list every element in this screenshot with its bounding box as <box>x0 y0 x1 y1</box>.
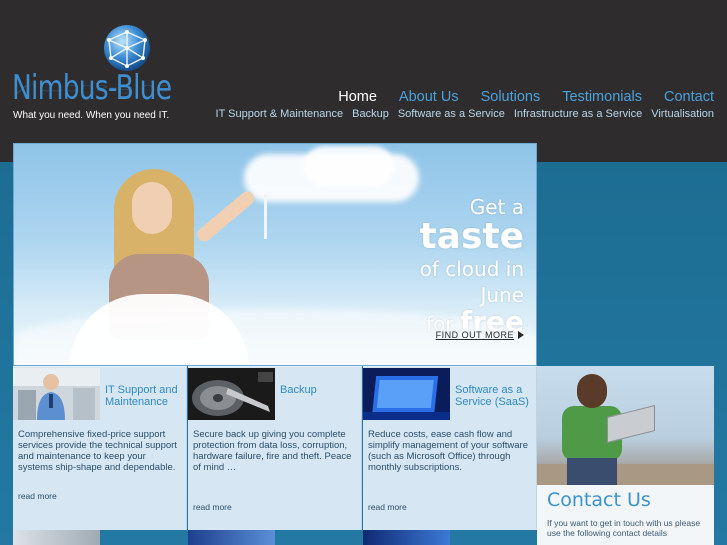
service-title[interactable]: Backup <box>280 384 360 396</box>
nav-about-us[interactable]: About Us <box>399 89 459 105</box>
sub-nav: IT Support & Maintenance Backup Software… <box>207 108 714 120</box>
contact-photo <box>537 366 714 485</box>
hard-drive-photo <box>188 368 275 420</box>
contact-title[interactable]: Contact Us <box>547 489 651 511</box>
hero-line-get-a: Get a <box>469 195 524 219</box>
contact-photo-wall <box>537 464 714 485</box>
site-header: Nimbus-Blue Nimbus-Blue What you need. W… <box>0 0 727 162</box>
hero-line-taste: taste <box>419 216 524 257</box>
nav-solutions[interactable]: Solutions <box>481 89 541 105</box>
service-description: Secure back up giving you complete prote… <box>193 429 352 473</box>
read-more-link[interactable]: read more <box>18 491 57 501</box>
subnav-backup[interactable]: Backup <box>352 108 389 120</box>
cloud-stick <box>264 194 267 239</box>
service-image-row2-1 <box>13 530 100 545</box>
service-description: Reduce costs, ease cash flow and simplif… <box>368 429 528 473</box>
play-arrow-icon <box>518 331 524 339</box>
main-nav: Home About Us Solutions Testimonials Con… <box>316 89 714 105</box>
service-image-row2-3 <box>363 530 450 545</box>
find-out-more-label: FIND OUT MORE <box>435 330 514 340</box>
service-image-row2-2 <box>188 530 275 545</box>
cloud-graphic-top <box>304 146 394 186</box>
read-more-link[interactable]: read more <box>368 502 407 512</box>
subnav-iaas[interactable]: Infrastructure as a Service <box>514 108 642 120</box>
hero-person-arm <box>194 188 258 245</box>
nav-contact[interactable]: Contact <box>664 89 714 105</box>
service-card-it-support: IT Support and Maintenance Comprehensive… <box>13 366 187 530</box>
service-description: Comprehensive fixed-price support servic… <box>18 429 177 473</box>
brand-tagline: What you need. When you need IT. <box>13 110 170 121</box>
service-title[interactable]: IT Support and Maintenance <box>105 384 185 408</box>
brand-name-reflection: Nimbus-Blue <box>12 82 172 96</box>
nav-testimonials[interactable]: Testimonials <box>562 89 642 105</box>
software-screen-photo <box>363 368 450 420</box>
find-out-more-link[interactable]: FIND OUT MORE <box>436 330 524 340</box>
hero-line-of-cloud: of cloud in <box>419 257 524 281</box>
service-card-saas: Software as a Service (SaaS) Reduce cost… <box>363 366 537 530</box>
contact-person-legs <box>567 458 617 485</box>
read-more-link[interactable]: read more <box>193 502 232 512</box>
subnav-saas[interactable]: Software as a Service <box>398 108 505 120</box>
subnav-virtualisation[interactable]: Virtualisation <box>651 108 714 120</box>
hero-person-face <box>132 182 172 234</box>
it-support-photo <box>13 368 100 420</box>
subnav-it-support[interactable]: IT Support & Maintenance <box>216 108 344 120</box>
service-card-backup: Backup Secure back up giving you complet… <box>188 366 362 530</box>
contact-panel: Contact Us If you want to get in touch w… <box>537 366 714 545</box>
nav-home[interactable]: Home <box>338 89 377 105</box>
globe-logo-icon <box>104 25 150 71</box>
contact-description: If you want to get in touch with us plea… <box>547 518 701 538</box>
hero-headline: Get a taste of cloud in June for free <box>419 196 524 338</box>
service-title[interactable]: Software as a Service (SaaS) <box>455 384 535 408</box>
contact-person-head <box>577 374 607 408</box>
hero-banner[interactable]: Get a taste of cloud in June for free FI… <box>13 143 537 366</box>
